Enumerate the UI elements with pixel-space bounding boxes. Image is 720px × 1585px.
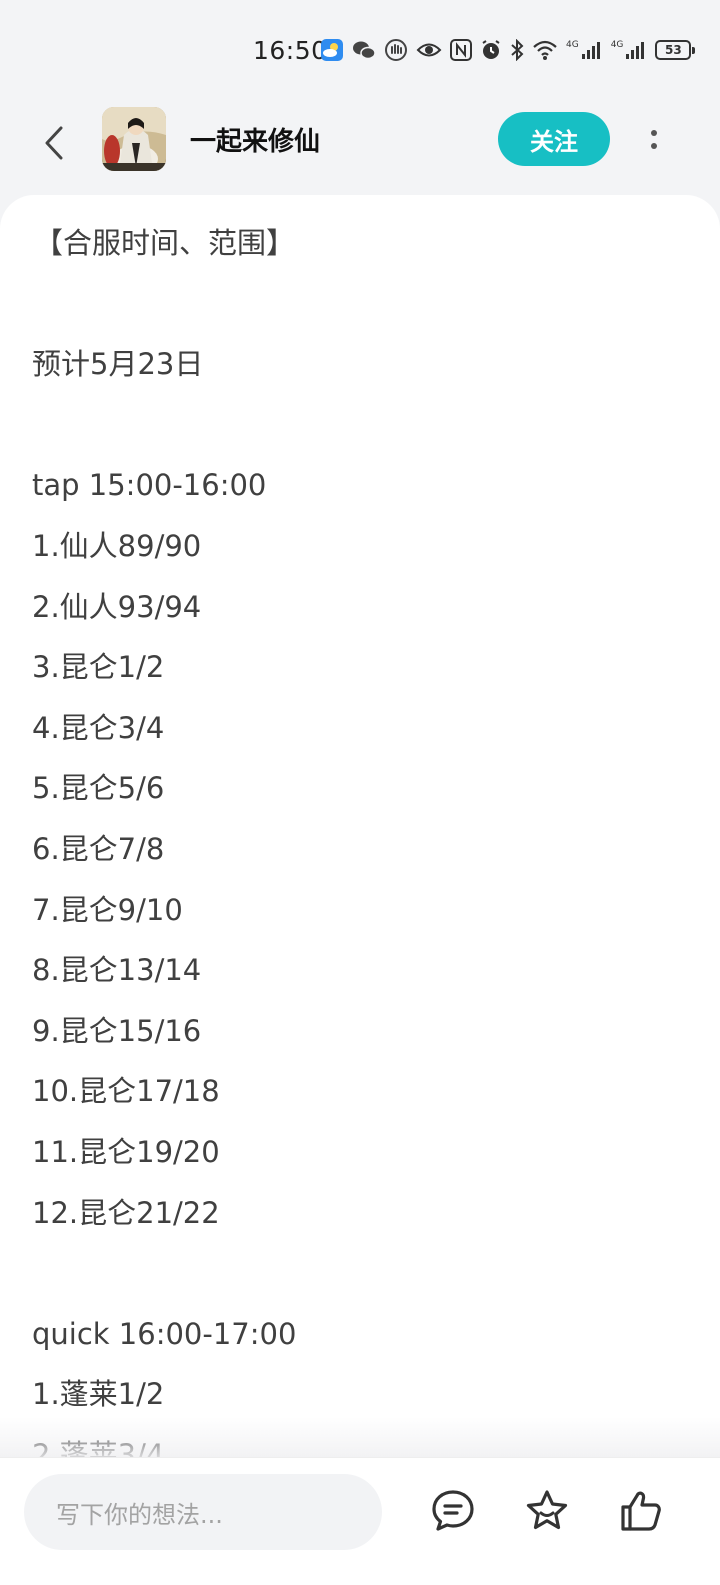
nfc-icon — [450, 39, 472, 61]
post-line: 11.昆仑19/20 — [32, 1135, 220, 1169]
battery-icon: 53 — [655, 40, 696, 60]
post-line: 7.昆仑9/10 — [32, 892, 183, 927]
content-fade — [0, 1417, 720, 1457]
post-line: 10.昆仑17/18 — [32, 1074, 220, 1109]
comment-icon — [432, 1490, 474, 1531]
post-line: 3.昆仑1/2 — [32, 650, 165, 685]
post-line: 2.仙人93/94 — [32, 589, 202, 624]
game-avatar[interactable] — [102, 107, 166, 171]
post-line: 1.蓬莱1/2 — [32, 1377, 165, 1412]
signal-icon-2 — [626, 42, 645, 59]
status-time: 16:50 — [253, 36, 328, 65]
post-line: 5.昆仑5/6 — [32, 771, 165, 806]
status-icons: 4G 4G 53 — [320, 38, 696, 62]
post-line: tap 15:00-16:00 — [32, 468, 267, 503]
post-line: 预计5月23日 — [32, 347, 204, 382]
post-line: quick 16:00-17:00 — [32, 1316, 297, 1351]
avatar-image — [102, 107, 166, 171]
battery-level: 53 — [665, 43, 682, 57]
back-button[interactable] — [30, 119, 78, 167]
post-line: 1.仙人89/90 — [32, 529, 202, 563]
more-vertical-icon — [651, 129, 657, 136]
alarm-icon — [482, 40, 500, 59]
like-button[interactable] — [616, 1486, 666, 1536]
wechat-icon — [353, 41, 376, 60]
wifi-icon — [533, 40, 557, 60]
more-options-button[interactable] — [634, 117, 674, 161]
favorite-button[interactable] — [522, 1486, 572, 1536]
eye-icon — [416, 43, 442, 57]
bottom-action-bar: 写下你的想法... — [0, 1457, 720, 1585]
top-app-bar: 一起来修仙 关注 — [0, 105, 720, 195]
post-line: 8.昆仑13/14 — [32, 953, 202, 988]
thumbs-up-icon — [621, 1491, 661, 1531]
post-line: 6.昆仑7/8 — [32, 832, 165, 866]
post-content: 【合服时间、范围】 预计5月23日 tap 15:00-16:00 1.仙人89/90… — [0, 195, 720, 1457]
signal-label-1: 4G — [566, 40, 579, 50]
post-line: 4.昆仑3/4 — [32, 710, 165, 745]
comment-button[interactable] — [428, 1486, 478, 1536]
status-bar: 16:50 4G 4G 53 — [0, 0, 720, 105]
gesture-icon — [385, 39, 407, 61]
comment-input[interactable]: 写下你的想法... — [24, 1474, 382, 1550]
bluetooth-icon — [511, 39, 524, 61]
signal-icon-1 — [581, 42, 600, 59]
chevron-left-icon — [45, 126, 63, 160]
weather-app-icon — [321, 39, 343, 61]
star-icon — [526, 1490, 568, 1530]
post-line: 9.昆仑15/16 — [32, 1013, 202, 1048]
post-line: 【合服时间、范围】 — [34, 226, 296, 260]
follow-button[interactable]: 关注 — [498, 112, 610, 166]
signal-label-2: 4G — [610, 40, 624, 50]
post-line: 12.昆仑21/22 — [32, 1195, 220, 1230]
page-title[interactable]: 一起来修仙 — [190, 121, 320, 158]
